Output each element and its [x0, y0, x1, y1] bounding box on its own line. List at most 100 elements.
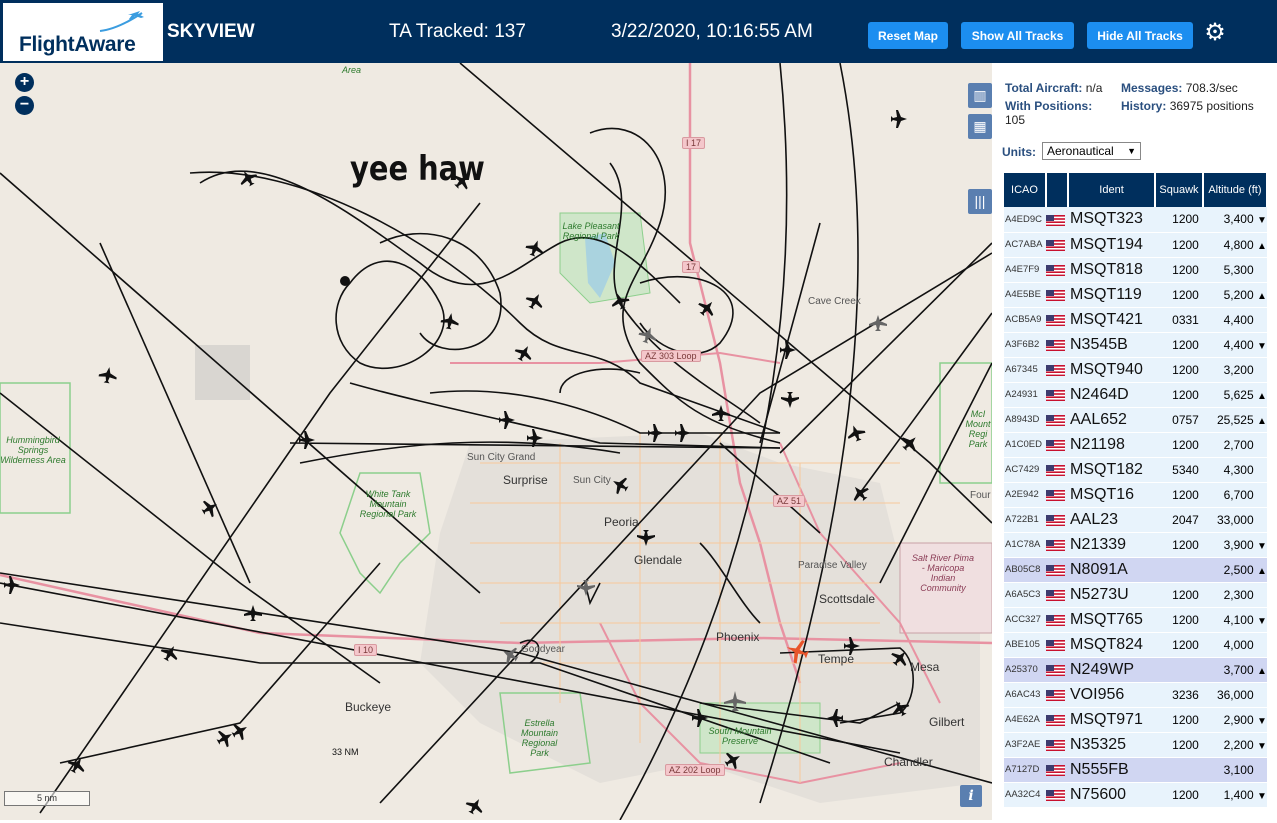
flag-cell — [1046, 557, 1068, 583]
table-row[interactable]: A4E5BE MSQT119 1200 5,200 ▲ — [1004, 282, 1267, 308]
flag-cell — [1046, 357, 1068, 383]
units-select[interactable]: Aeronautical ▼ — [1042, 142, 1141, 160]
city-sun-city: Sun City — [573, 475, 611, 486]
app-name: SKYVIEW — [167, 21, 255, 42]
table-row[interactable]: ACB5A9 MSQT421 0331 4,400 — [1004, 307, 1267, 333]
icao-cell: A2E942 — [1004, 482, 1046, 508]
history-stat: History: 36975 positions — [1121, 99, 1254, 113]
info-icon[interactable]: i — [960, 785, 982, 807]
us-flag-icon — [1046, 340, 1065, 352]
table-row[interactable]: AB05C8 N8091A 2,500 ▲ — [1004, 557, 1267, 583]
table-row[interactable]: AC7429 MSQT182 5340 4,300 — [1004, 457, 1267, 483]
altitude-cell: 3,700 ▲ — [1202, 657, 1267, 683]
ident-cell: N35325 — [1068, 732, 1156, 758]
zoom-out-button[interactable]: − — [15, 96, 34, 115]
flag-cell — [1046, 682, 1068, 708]
col-icao[interactable]: ICAO — [1004, 173, 1047, 207]
grid-icon[interactable]: ▦ — [968, 114, 992, 139]
altitude-cell: 4,400 — [1202, 307, 1267, 333]
squawk-cell: 1200 — [1155, 582, 1203, 608]
table-row[interactable]: A7127D N555FB 3,100 — [1004, 757, 1267, 783]
table-row[interactable]: ACC327 MSQT765 1200 4,100 ▼ — [1004, 607, 1267, 633]
altitude-cell: 4,400 ▼ — [1202, 332, 1267, 358]
table-row[interactable]: AA32C4 N75600 1200 1,400 ▼ — [1004, 782, 1267, 808]
altitude-cell: 4,000 — [1202, 632, 1267, 658]
altitude-cell: 5,625 ▲ — [1202, 382, 1267, 408]
sidebar: Total Aircraft: n/a Messages: 708.3/sec … — [992, 63, 1277, 820]
ident-cell: MSQT119 — [1068, 282, 1156, 308]
reset-map-button[interactable]: Reset Map — [868, 22, 948, 49]
table-row[interactable]: A4ED9C MSQT323 1200 3,400 ▼ — [1004, 207, 1267, 233]
table-row[interactable]: A1C0ED N21198 1200 2,700 — [1004, 432, 1267, 458]
table-row[interactable]: A722B1 AAL23 2047 33,000 — [1004, 507, 1267, 533]
squawk-cell: 2047 — [1155, 507, 1203, 533]
units-value: Aeronautical — [1047, 144, 1114, 158]
altitude-cell: 2,300 — [1202, 582, 1267, 608]
squawk-cell: 1200 — [1155, 332, 1203, 358]
table-row[interactable]: A4E7F9 MSQT818 1200 5,300 — [1004, 257, 1267, 283]
zoom-in-button[interactable]: + — [15, 73, 34, 92]
table-row[interactable]: A25370 N249WP 3,700 ▲ — [1004, 657, 1267, 683]
shield-i10: I 10 — [354, 644, 378, 656]
flag-cell — [1046, 482, 1068, 508]
map-canvas[interactable]: yee haw Area Lake Pleasant Regional Park… — [0, 63, 992, 820]
col-altitude[interactable]: Altitude (ft) — [1202, 173, 1269, 207]
map-layers-icon[interactable]: ▥ — [968, 83, 992, 108]
shield-az51: AZ 51 — [773, 495, 806, 507]
table-row[interactable]: A1C78A N21339 1200 3,900 ▼ — [1004, 532, 1267, 558]
ident-cell: MSQT16 — [1068, 482, 1156, 508]
table-row[interactable]: A3F2AE N35325 1200 2,200 ▼ — [1004, 732, 1267, 758]
table-row[interactable]: AC7ABA MSQT194 1200 4,800 ▲ — [1004, 232, 1267, 258]
ident-cell: MSQT824 — [1068, 632, 1156, 658]
us-flag-icon — [1046, 640, 1065, 652]
us-flag-icon — [1046, 490, 1065, 502]
col-flag[interactable] — [1046, 173, 1069, 207]
city-buckeye: Buckeye — [345, 700, 392, 714]
table-row[interactable]: ABE105 MSQT824 1200 4,000 — [1004, 632, 1267, 658]
sidebar-toggle-icon[interactable]: ||| — [968, 189, 992, 214]
table-row[interactable]: A67345 MSQT940 1200 3,200 — [1004, 357, 1267, 383]
show-all-tracks-button[interactable]: Show All Tracks — [961, 22, 1074, 49]
table-row[interactable]: A6A5C3 N5273U 1200 2,300 — [1004, 582, 1267, 608]
ident-cell: N8091A — [1068, 557, 1156, 583]
park-label-estrella: Estrella Mountain Regional Park — [520, 718, 559, 758]
col-ident[interactable]: Ident — [1068, 173, 1157, 207]
altitude-cell: 4,300 — [1202, 457, 1267, 483]
table-row[interactable]: A4E62A MSQT971 1200 2,900 ▼ — [1004, 707, 1267, 733]
trend-icon: ▼ — [1257, 790, 1267, 802]
icao-cell: AA32C4 — [1004, 782, 1046, 808]
table-row[interactable]: A3F6B2 N3545B 1200 4,400 ▼ — [1004, 332, 1267, 358]
city-surprise: Surprise — [503, 473, 548, 487]
flag-cell — [1046, 507, 1068, 533]
park-label-area: Area — [342, 65, 362, 75]
us-flag-icon — [1046, 690, 1065, 702]
altitude-cell: 2,200 ▼ — [1202, 732, 1267, 758]
ident-cell: AAL652 — [1068, 407, 1156, 433]
table-row[interactable]: A24931 N2464D 1200 5,625 ▲ — [1004, 382, 1267, 408]
altitude-cell: 3,100 — [1202, 757, 1267, 783]
aircraft-table: ICAO Ident Squawk Altitude (ft) A4ED9C MS… — [1004, 173, 1269, 808]
flightaware-logo[interactable]: FlightAware — [3, 3, 163, 61]
col-squawk[interactable]: Squawk — [1155, 173, 1204, 207]
table-row[interactable]: A6AC43 VOI956 3236 36,000 — [1004, 682, 1267, 708]
table-row[interactable]: A2E942 MSQT16 1200 6,700 — [1004, 482, 1267, 508]
gear-icon[interactable]: ⚙ — [1202, 20, 1228, 46]
flag-cell — [1046, 382, 1068, 408]
us-flag-icon — [1046, 465, 1065, 477]
units-label: Units: — [1002, 145, 1036, 159]
icao-cell: A4E62A — [1004, 707, 1046, 733]
ident-cell: MSQT765 — [1068, 607, 1156, 633]
us-flag-icon — [1046, 214, 1065, 226]
hide-all-tracks-button[interactable]: Hide All Tracks — [1087, 22, 1193, 49]
us-flag-icon — [1046, 565, 1065, 577]
table-row[interactable]: A8943D AAL652 0757 25,525 ▲ — [1004, 407, 1267, 433]
squawk-cell: 1200 — [1155, 707, 1203, 733]
icao-cell: A1C78A — [1004, 532, 1046, 558]
park-label-white-tank: White Tank Mountain Regional Park — [359, 489, 417, 519]
trend-icon: ▲ — [1257, 290, 1267, 302]
us-flag-icon — [1046, 790, 1065, 802]
icao-cell: A4E5BE — [1004, 282, 1046, 308]
park-label-hummingbird: Hummingbird Springs Wilderness Area — [0, 435, 66, 465]
icao-cell: A24931 — [1004, 382, 1046, 408]
clock: 3/22/2020, 10:16:55 AM — [611, 21, 813, 42]
